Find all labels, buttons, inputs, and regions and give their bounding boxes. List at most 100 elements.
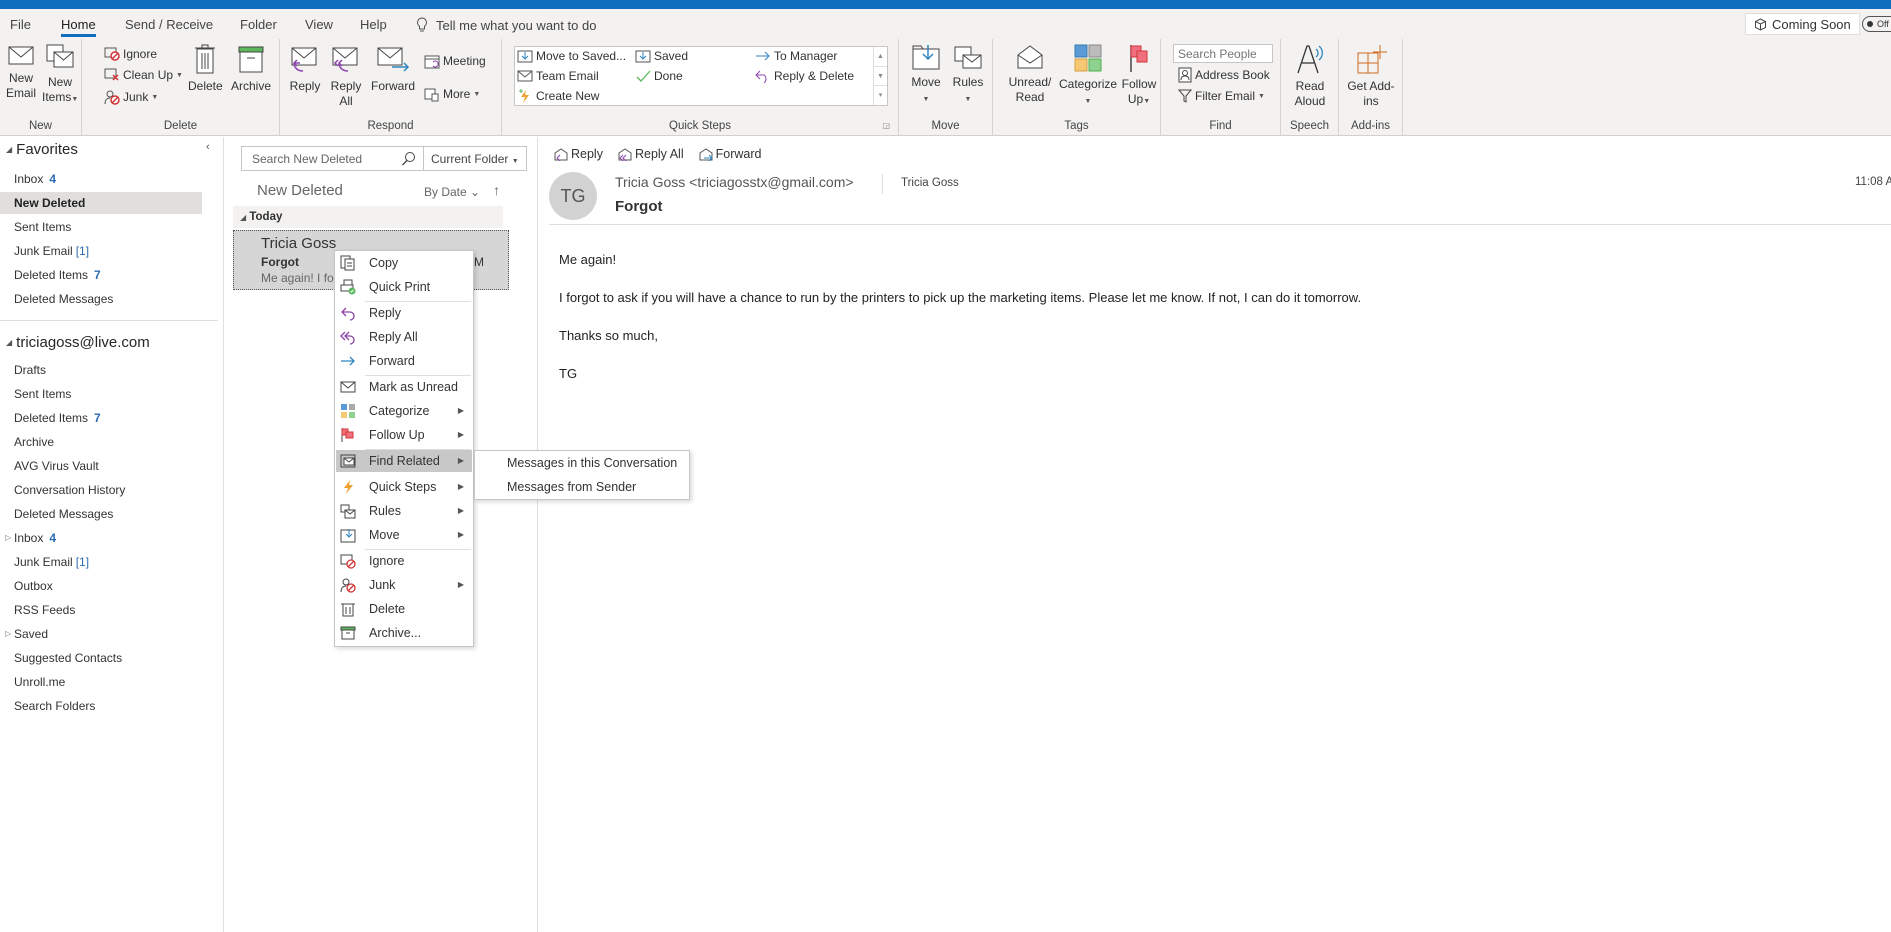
- folder-unroll-me[interactable]: Unroll.me: [0, 671, 202, 693]
- forward-button[interactable]: Forward: [371, 43, 415, 94]
- tab-home[interactable]: Home: [61, 17, 96, 37]
- folder-outbox[interactable]: Outbox: [0, 575, 202, 597]
- dialog-launcher-icon[interactable]: ◲: [882, 121, 890, 130]
- coming-soon-button[interactable]: Coming Soon: [1745, 13, 1860, 35]
- menu-item-reply[interactable]: Reply: [336, 302, 472, 324]
- group-header-today[interactable]: ◢ Today: [233, 206, 503, 228]
- folder-junk-email[interactable]: Junk Email [1]: [0, 551, 202, 573]
- submenu-item-messages-in-conversation[interactable]: Messages in this Conversation: [507, 456, 677, 470]
- menu-item-reply-all[interactable]: Reply All: [336, 326, 472, 348]
- qs-reply-delete[interactable]: Reply & Delete: [755, 69, 854, 83]
- favorite-deleted-messages[interactable]: Deleted Messages: [0, 288, 202, 310]
- search-scope-dropdown[interactable]: Current Folder ▼: [424, 146, 527, 171]
- favorite-new-deleted[interactable]: New Deleted: [0, 192, 202, 214]
- folder-avg-virus-vault[interactable]: AVG Virus Vault: [0, 455, 202, 477]
- folder-search-folders[interactable]: Search Folders: [0, 695, 202, 717]
- follow-up-button[interactable]: Follow Up▼: [1121, 43, 1157, 109]
- reply-button[interactable]: Reply: [289, 43, 321, 94]
- folder-deleted-items[interactable]: Deleted Items 7: [0, 407, 202, 429]
- clean-up-button[interactable]: Clean Up ▼: [104, 68, 183, 82]
- address-book-button[interactable]: Address Book: [1178, 67, 1270, 83]
- folder-saved[interactable]: ▷ Saved: [0, 623, 202, 645]
- quick-steps-scroll[interactable]: ▲ ▼ ▾: [873, 47, 887, 105]
- qs-move-to-saved[interactable]: Move to Saved...: [517, 49, 626, 63]
- menu-item-quick-steps[interactable]: Quick Steps ▶: [336, 476, 472, 498]
- rules-button[interactable]: Rules ▼: [951, 43, 985, 107]
- recipient[interactable]: Tricia Goss: [901, 177, 959, 189]
- menu-item-junk[interactable]: Junk ▶: [336, 574, 472, 596]
- ignore-icon: [340, 554, 356, 569]
- menu-item-delete[interactable]: Delete: [336, 598, 472, 620]
- search-people-input[interactable]: [1173, 44, 1273, 63]
- collapse-pane-icon[interactable]: ‹: [206, 141, 210, 153]
- new-email-button[interactable]: New Email: [4, 43, 38, 101]
- expand-triangle-icon[interactable]: ▷: [5, 623, 11, 645]
- delete-button[interactable]: Delete: [188, 43, 223, 94]
- expand-triangle-icon[interactable]: ▷: [5, 527, 11, 549]
- get-addins-button[interactable]: Get Add-ins: [1347, 43, 1395, 109]
- menu-item-ignore[interactable]: Ignore: [336, 550, 472, 572]
- archive-button[interactable]: Archive: [228, 43, 274, 94]
- menu-item-find-related[interactable]: Find Related ▶: [336, 450, 472, 472]
- reply-all-button[interactable]: Reply All: [330, 43, 362, 109]
- sort-direction-icon[interactable]: ↑: [493, 182, 500, 198]
- categorize-button[interactable]: Categorize ▼: [1059, 43, 1117, 109]
- reply-all-action[interactable]: Reply All: [617, 147, 684, 161]
- qs-saved[interactable]: Saved: [635, 49, 688, 63]
- account-header[interactable]: ◢ triciagoss@live.com: [6, 334, 150, 351]
- menu-item-quick-print[interactable]: Quick Print: [336, 276, 472, 298]
- tab-view[interactable]: View: [305, 17, 333, 32]
- menu-item-move[interactable]: Move ▶: [336, 524, 472, 546]
- folder-drafts[interactable]: Drafts: [0, 359, 202, 381]
- menu-item-forward[interactable]: Forward: [336, 350, 472, 372]
- coming-soon-toggle[interactable]: Off: [1862, 16, 1891, 32]
- menu-item-follow-up[interactable]: Follow Up ▶: [336, 424, 472, 446]
- tab-send-receive[interactable]: Send / Receive: [125, 17, 213, 32]
- reply-action[interactable]: Reply: [553, 147, 603, 161]
- ignore-button[interactable]: Ignore: [104, 47, 157, 61]
- lightning-icon: [519, 89, 529, 103]
- filter-email-button[interactable]: Filter Email ▼: [1178, 88, 1265, 104]
- search-icon[interactable]: [401, 151, 417, 167]
- tab-file[interactable]: File: [10, 17, 31, 32]
- tab-folder[interactable]: Folder: [240, 17, 277, 32]
- favorite-deleted-items[interactable]: Deleted Items 7: [0, 264, 202, 286]
- folder-archive[interactable]: Archive: [0, 431, 202, 453]
- tell-me-box[interactable]: Tell me what you want to do: [416, 17, 596, 33]
- menu-item-copy[interactable]: Copy: [336, 252, 472, 274]
- rules-icon: [954, 46, 982, 69]
- open-envelope-icon: [1017, 45, 1043, 69]
- qs-team-email[interactable]: Team Email: [517, 69, 599, 83]
- qs-create-new[interactable]: Create New: [517, 89, 599, 103]
- menu-item-archive[interactable]: Archive...: [336, 622, 472, 644]
- submenu-item-messages-from-sender[interactable]: Messages from Sender: [507, 480, 636, 494]
- folder-deleted-messages[interactable]: Deleted Messages: [0, 503, 202, 525]
- body-paragraph: Thanks so much,: [559, 328, 658, 343]
- sender-address[interactable]: Tricia Goss <triciagosstx@gmail.com>: [615, 174, 854, 190]
- favorite-sent-items[interactable]: Sent Items: [0, 216, 202, 238]
- search-mail-input[interactable]: Search New Deleted: [241, 146, 424, 171]
- more-respond-button[interactable]: More ▼: [424, 86, 480, 102]
- menu-item-categorize[interactable]: Categorize ▶: [336, 400, 472, 422]
- meeting-button[interactable]: Meeting: [424, 53, 486, 69]
- qs-done[interactable]: Done: [635, 69, 683, 83]
- new-items-button[interactable]: New Items▼: [42, 43, 78, 107]
- folder-conversation-history[interactable]: Conversation History: [0, 479, 202, 501]
- favorite-inbox[interactable]: Inbox 4: [0, 168, 202, 190]
- forward-action[interactable]: Forward: [698, 147, 761, 161]
- folder-inbox[interactable]: ▷ Inbox 4: [0, 527, 202, 549]
- move-button[interactable]: Move ▼: [909, 43, 943, 107]
- folder-sent-items[interactable]: Sent Items: [0, 383, 202, 405]
- folder-rss-feeds[interactable]: RSS Feeds: [0, 599, 202, 621]
- favorite-junk-email[interactable]: Junk Email [1]: [0, 240, 202, 262]
- read-aloud-button[interactable]: Read Aloud: [1289, 43, 1331, 109]
- qs-to-manager[interactable]: To Manager: [755, 49, 837, 63]
- sort-by-dropdown[interactable]: By Date ⌄: [424, 185, 480, 199]
- folder-suggested-contacts[interactable]: Suggested Contacts: [0, 647, 202, 669]
- unread-read-button[interactable]: Unread/ Read: [1007, 43, 1053, 105]
- tab-help[interactable]: Help: [360, 17, 387, 32]
- junk-button[interactable]: Junk ▼: [104, 89, 158, 105]
- menu-item-rules[interactable]: Rules ▶: [336, 500, 472, 522]
- favorites-header[interactable]: ◢ Favorites: [6, 141, 78, 158]
- menu-item-mark-unread[interactable]: Mark as Unread: [336, 376, 472, 398]
